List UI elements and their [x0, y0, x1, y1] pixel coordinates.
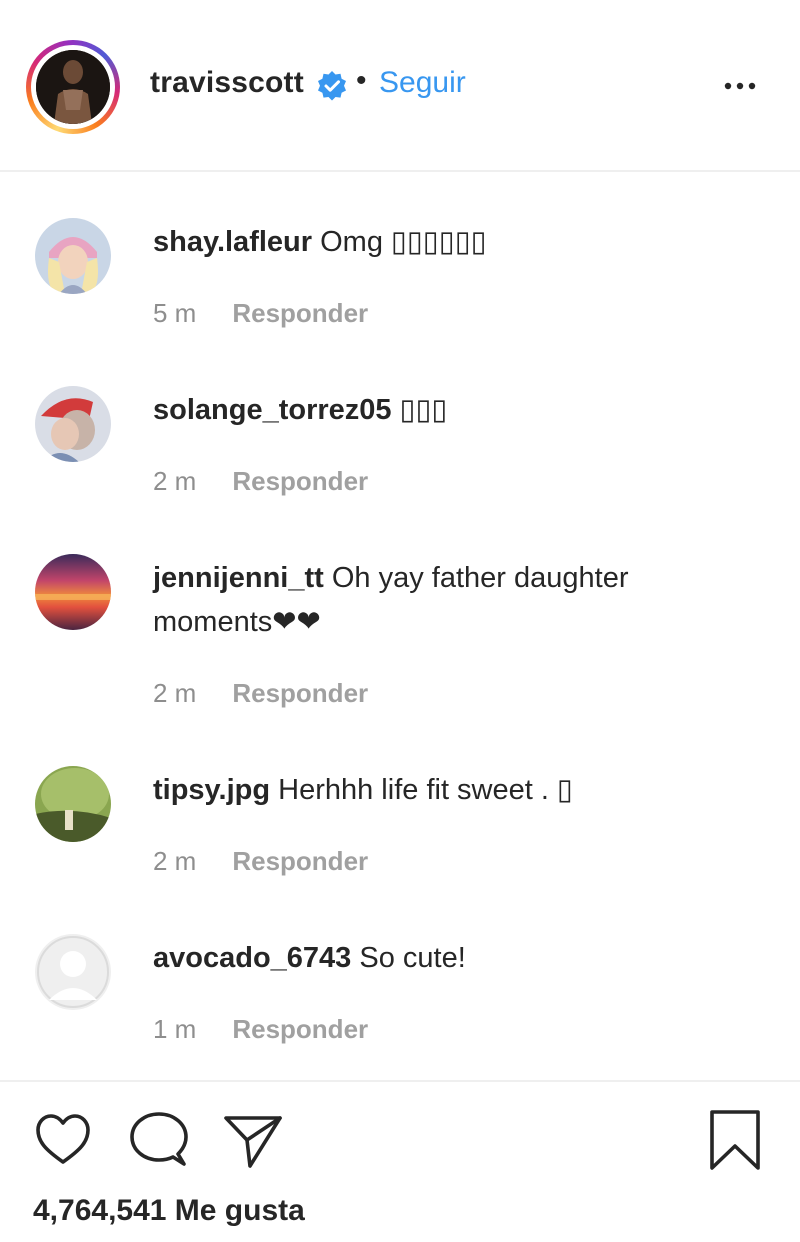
comment-username[interactable]: avocado_6743	[153, 942, 351, 974]
comment-text: solange_torrez05 ▯▯▯	[153, 388, 753, 432]
commenter-avatar[interactable]	[35, 766, 111, 842]
commenter-avatar[interactable]	[35, 554, 111, 630]
post-actions-bar: 4,764,541 Me gusta	[0, 1080, 800, 1242]
comment-meta: 2 m Responder	[153, 678, 368, 709]
comment-text: avocado_6743 So cute!	[153, 936, 753, 980]
reply-button[interactable]: Responder	[232, 1014, 368, 1045]
heart-icon[interactable]	[34, 1112, 92, 1168]
comment-timestamp[interactable]: 2 m	[153, 846, 196, 877]
comment-meta: 2 m Responder	[153, 466, 368, 497]
profile-avatar-story-ring[interactable]	[26, 40, 120, 134]
comment-username[interactable]: shay.lafleur	[153, 226, 312, 258]
commenter-avatar-image	[35, 554, 111, 630]
comment-body: So cute!	[359, 942, 466, 974]
comment-timestamp[interactable]: 2 m	[153, 678, 196, 709]
verified-badge-icon	[318, 71, 346, 101]
comment-username[interactable]: tipsy.jpg	[153, 774, 270, 806]
commenter-avatar[interactable]	[35, 386, 111, 462]
comment-timestamp[interactable]: 1 m	[153, 1014, 196, 1045]
comment-meta: 1 m Responder	[153, 1014, 368, 1045]
comment-meta: 5 m Responder	[153, 298, 368, 329]
comment-timestamp[interactable]: 5 m	[153, 298, 196, 329]
more-options-icon[interactable]	[720, 76, 760, 96]
commenter-avatar[interactable]	[35, 934, 111, 1010]
comment-body: Omg ▯▯▯▯▯▯	[320, 226, 487, 258]
post-header: travisscott • Seguir	[0, 0, 800, 172]
comment-icon[interactable]	[128, 1110, 190, 1170]
share-icon[interactable]	[222, 1112, 284, 1170]
comment-username[interactable]: solange_torrez05	[153, 394, 392, 426]
reply-button[interactable]: Responder	[232, 466, 368, 497]
profile-avatar-image	[36, 50, 110, 124]
comment-meta: 2 m Responder	[153, 846, 368, 877]
comment-text: jennijenni_tt Oh yay father daughter mom…	[153, 556, 753, 644]
reply-button[interactable]: Responder	[232, 846, 368, 877]
follow-button[interactable]: Seguir	[379, 66, 466, 100]
commenter-avatar[interactable]	[35, 218, 111, 294]
reply-button[interactable]: Responder	[232, 678, 368, 709]
commenter-avatar-image	[35, 386, 111, 462]
comment-timestamp[interactable]: 2 m	[153, 466, 196, 497]
commenter-avatar-image	[35, 766, 111, 842]
comment-username[interactable]: jennijenni_tt	[153, 562, 324, 594]
comment-text: tipsy.jpg Herhhh life fit sweet . ▯	[153, 768, 753, 812]
separator-dot: •	[356, 64, 367, 97]
post-author-username[interactable]: travisscott	[150, 66, 304, 100]
comment-body: ▯▯▯	[399, 394, 448, 426]
profile-avatar[interactable]	[36, 50, 110, 124]
reply-button[interactable]: Responder	[232, 298, 368, 329]
avatar-ring-gap	[31, 45, 115, 129]
comment-text: shay.lafleur Omg ▯▯▯▯▯▯	[153, 220, 753, 264]
default-avatar-icon	[35, 934, 111, 1010]
bookmark-icon[interactable]	[706, 1108, 764, 1172]
likes-count[interactable]: 4,764,541 Me gusta	[33, 1194, 305, 1228]
comment-body: Herhhh life fit sweet . ▯	[278, 774, 573, 806]
commenter-avatar-image	[35, 218, 111, 294]
